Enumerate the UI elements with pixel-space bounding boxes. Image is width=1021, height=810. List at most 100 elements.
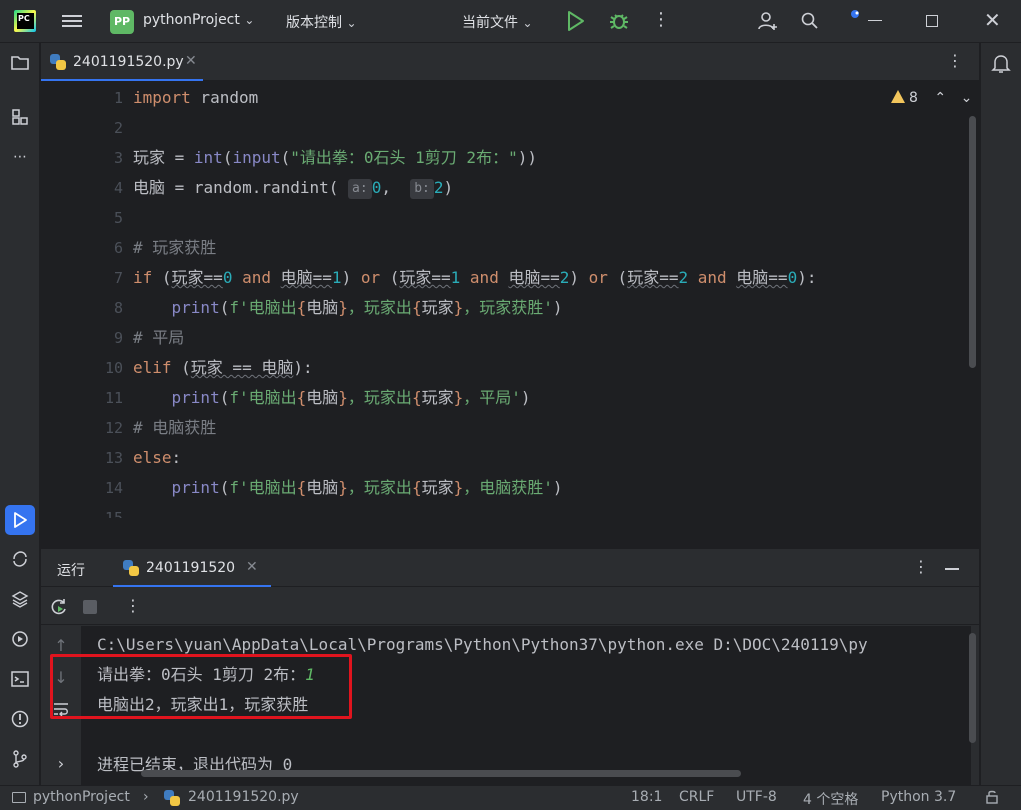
warning-icon xyxy=(891,90,905,103)
code-line: 玩家 = int(input("请出拳：0石头 1剪刀 2布：")) xyxy=(133,148,537,167)
run-tab-label: 2401191520 xyxy=(146,560,236,576)
warning-count: 8 xyxy=(909,90,918,106)
line-number-gutter: 1 2 3 4 5 6 7 8 9 10 11 12 13 14 15 xyxy=(41,82,123,518)
breadcrumb-project[interactable]: pythonProject xyxy=(33,789,130,805)
line-number: 5 xyxy=(113,209,123,227)
code-line: print(f'电脑出{电脑}，玩家出{玩家}，平局') xyxy=(171,388,531,407)
run-tool-icon[interactable] xyxy=(5,505,35,535)
line-number: 13 xyxy=(104,449,123,467)
breadcrumb-separator-icon: › xyxy=(143,789,149,805)
ai-assistant-button[interactable] xyxy=(845,9,865,27)
line-number: 15 xyxy=(104,509,123,518)
project-name: pythonProject xyxy=(143,12,240,28)
chevron-down-icon: ⌄ xyxy=(346,16,357,30)
line-number: 10 xyxy=(104,359,123,377)
python-file-icon xyxy=(123,560,139,576)
python-packages-icon[interactable] xyxy=(10,589,30,609)
right-tool-strip xyxy=(980,43,1021,785)
code-line: print(f'电脑出{电脑}，玩家出{玩家}，玩家获胜') xyxy=(171,298,563,317)
run-toolbar: ⋮ xyxy=(41,588,979,625)
close-tab-icon[interactable]: ✕ xyxy=(246,559,258,575)
run-tab[interactable]: 2401191520 ✕ xyxy=(113,549,271,587)
console-vertical-scrollbar[interactable] xyxy=(969,633,976,743)
stop-icon[interactable] xyxy=(83,600,97,614)
line-separator[interactable]: CRLF xyxy=(679,789,714,805)
chevron-down-icon: ⌄ xyxy=(244,13,255,27)
code-line: elif (玩家 == 电脑): xyxy=(133,358,313,377)
debug-button[interactable] xyxy=(608,10,630,36)
project-folder-icon[interactable] xyxy=(10,53,30,73)
code-line: # 电脑获胜 xyxy=(133,418,217,437)
run-config-selector[interactable]: 当前文件 ⌄ xyxy=(462,12,533,32)
param-hint: b: xyxy=(410,178,434,199)
code-line: import random xyxy=(133,88,259,107)
code-line: else: xyxy=(133,448,182,467)
code-line: # 玩家获胜 xyxy=(133,238,217,257)
line-number: 2 xyxy=(113,119,123,137)
bug-icon xyxy=(610,14,628,29)
structure-icon[interactable] xyxy=(10,107,30,127)
add-user-button[interactable] xyxy=(757,10,779,36)
python-console-icon[interactable] xyxy=(10,549,30,569)
status-bar: pythonProject › 2401191520.py 18:1 CRLF … xyxy=(0,785,1021,810)
editor-tab-bar: 2401191520.py ✕ ⋮ xyxy=(41,43,979,81)
console-horizontal-scrollbar[interactable] xyxy=(141,770,741,777)
main-menu-icon[interactable] xyxy=(62,12,82,30)
chevron-down-icon[interactable]: ⌄ xyxy=(961,90,973,106)
run-icon xyxy=(568,11,584,31)
line-number: 12 xyxy=(104,419,123,437)
line-number: 4 xyxy=(113,179,123,197)
search-icon xyxy=(801,12,818,29)
hide-panel-icon[interactable] xyxy=(945,568,959,570)
breadcrumb-file[interactable]: 2401191520.py xyxy=(188,789,299,805)
more-tools-icon[interactable]: ⋯ xyxy=(10,147,30,167)
problems-icon[interactable] xyxy=(10,709,30,729)
close-tab-icon[interactable]: ✕ xyxy=(185,53,197,69)
arrow-up-icon[interactable]: ↑ xyxy=(52,636,70,655)
more-actions-icon[interactable]: ⋮ xyxy=(125,596,141,615)
panel-options-icon[interactable]: ⋮ xyxy=(913,557,929,576)
indent-setting[interactable]: 4 个空格 xyxy=(803,789,858,809)
line-number: 7 xyxy=(113,269,123,287)
pycharm-logo-icon xyxy=(14,10,36,32)
code-line: if (玩家==0 and 电脑==1) or (玩家==1 and 电脑==2… xyxy=(133,268,817,287)
line-number: 14 xyxy=(104,479,123,497)
user-plus-icon xyxy=(758,12,777,30)
more-actions-icon[interactable]: ⋮ xyxy=(652,10,670,30)
line-number: 11 xyxy=(104,389,123,407)
terminal-icon[interactable] xyxy=(10,669,30,689)
caret-position[interactable]: 18:1 xyxy=(631,789,662,805)
folder-icon xyxy=(12,792,26,803)
vcs-label: 版本控制 xyxy=(286,15,342,31)
chevron-up-icon[interactable]: ⌃ xyxy=(934,90,946,106)
tab-label: 2401191520.py xyxy=(73,54,184,70)
inspection-widget[interactable]: 8 ⌃ ⌄ xyxy=(891,90,972,106)
git-branch-icon[interactable] xyxy=(10,749,30,769)
chevron-right-icon[interactable]: › xyxy=(52,754,70,773)
vcs-menu[interactable]: 版本控制 ⌄ xyxy=(286,12,357,32)
services-icon[interactable] xyxy=(10,629,30,649)
python-interpreter[interactable]: Python 3.7 xyxy=(881,789,956,805)
run-button[interactable] xyxy=(566,10,586,36)
python-file-icon xyxy=(50,54,66,70)
line-number: 3 xyxy=(113,149,123,167)
editor-tab-file[interactable]: 2401191520.py ✕ xyxy=(41,43,203,81)
search-button[interactable] xyxy=(800,11,820,35)
line-number: 6 xyxy=(113,239,123,257)
minimize-window-icon[interactable] xyxy=(868,20,882,21)
chevron-down-icon: ⌄ xyxy=(522,16,533,30)
project-selector[interactable]: pythonProject ⌄ xyxy=(143,12,254,28)
close-window-icon[interactable]: ✕ xyxy=(984,10,1001,30)
editor-scrollbar[interactable] xyxy=(969,116,976,368)
code-editor[interactable]: 1 2 3 4 5 6 7 8 9 10 11 12 13 14 15 impo… xyxy=(41,82,979,518)
notifications-bell-icon[interactable] xyxy=(991,53,1011,79)
rerun-icon[interactable] xyxy=(49,597,69,621)
maximize-window-icon[interactable] xyxy=(926,15,938,27)
run-config-label: 当前文件 xyxy=(462,15,518,31)
lock-icon[interactable] xyxy=(984,789,1000,809)
title-bar: PP pythonProject ⌄ 版本控制 ⌄ 当前文件 ⌄ ⋮ ✕ xyxy=(0,0,1021,43)
tab-actions-icon[interactable]: ⋮ xyxy=(947,51,963,70)
file-encoding[interactable]: UTF-8 xyxy=(736,789,777,805)
highlight-annotation-box xyxy=(50,654,352,719)
project-badge[interactable]: PP xyxy=(110,10,134,34)
